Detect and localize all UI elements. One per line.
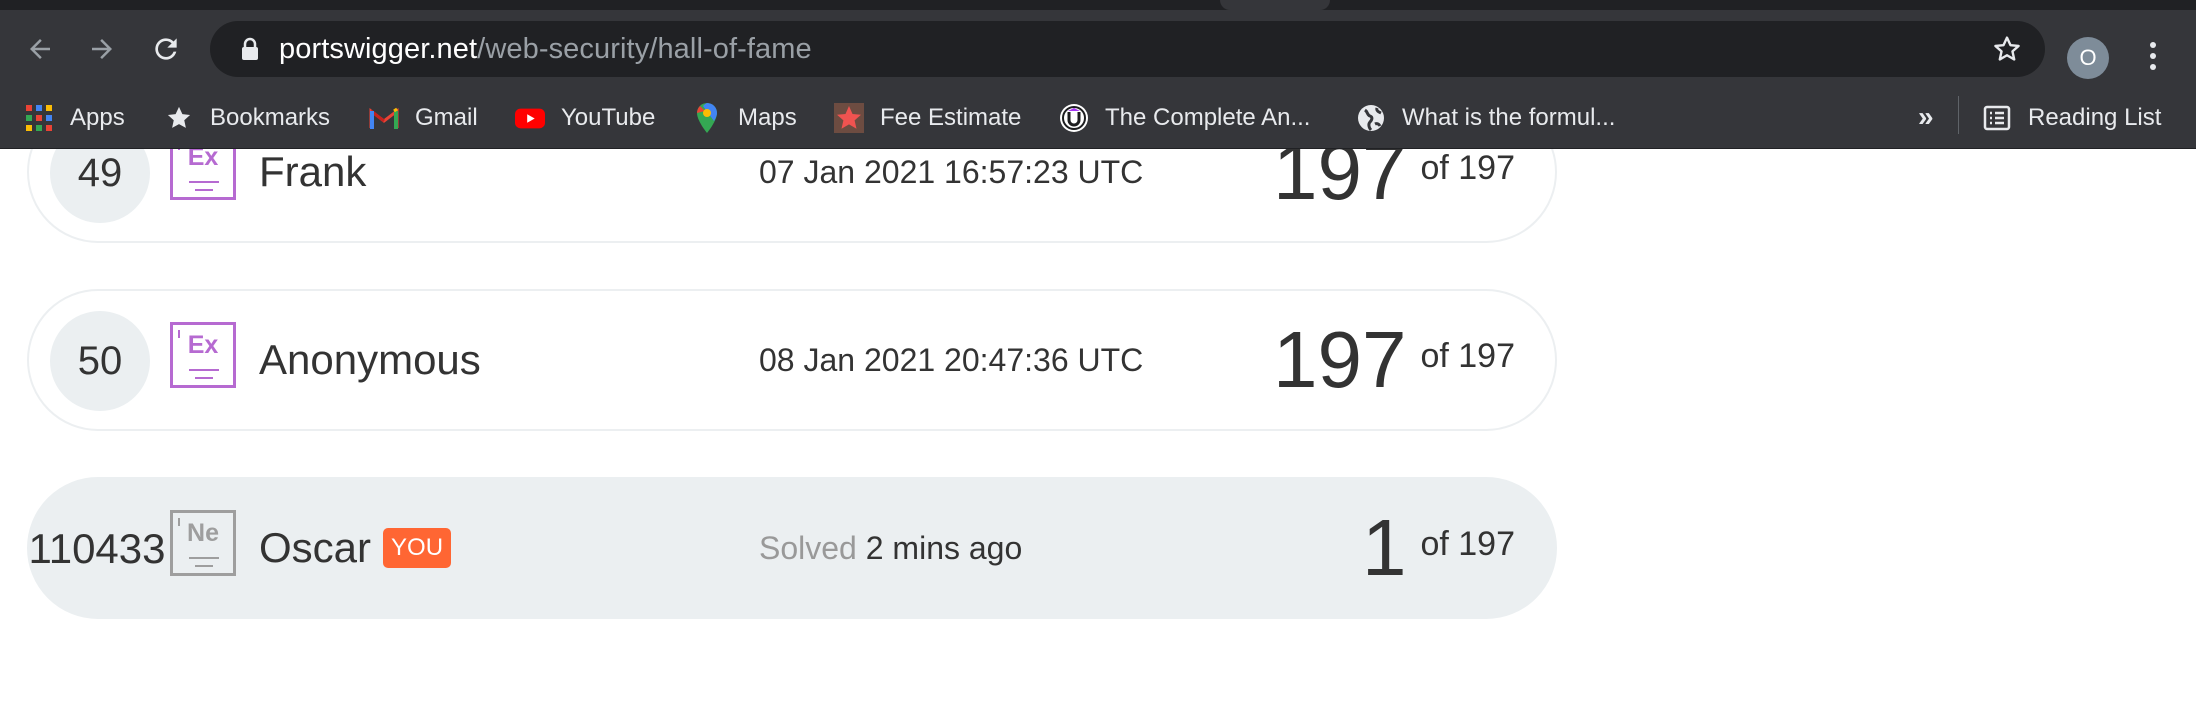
- bookmark-label: Maps: [738, 104, 797, 131]
- current-user-row: 110433 Ne Oscar YOU Solved 2 mins ago 1 o…: [27, 477, 1557, 619]
- user-name: Oscar YOU: [259, 479, 452, 617]
- gmail-icon: [369, 103, 399, 133]
- bookmark-complete-an[interactable]: The Complete An...: [1059, 88, 1310, 148]
- score-value: 197: [1272, 315, 1407, 404]
- score-value: 197: [1272, 149, 1407, 216]
- reading-list-icon: [1982, 103, 2012, 133]
- solved-prefix: Solved: [759, 530, 857, 566]
- arrow-left-icon: [30, 39, 50, 59]
- hall-of-fame-leaderboard: 49 Ex Frank 07 Jan 2021 16:57:23 UTC 197…: [0, 149, 2196, 721]
- leaderboard-row: 49 Ex Frank 07 Jan 2021 16:57:23 UTC 197…: [27, 149, 1557, 243]
- bookmark-label: Bookmarks: [210, 104, 331, 131]
- score-value: 1: [1361, 503, 1407, 592]
- bookmarks-bar: Apps Bookmarks Gmail YouTube Maps Fee Es…: [0, 88, 2196, 149]
- address-bar[interactable]: portswigger.net/web-security/hall-of-fam…: [210, 21, 2045, 77]
- completion-date: 07 Jan 2021 16:57:23 UTC: [759, 154, 1144, 190]
- bookmark-gmail[interactable]: Gmail: [369, 88, 478, 148]
- bookmark-label: Gmail: [415, 104, 478, 131]
- bookmark-label: Fee Estimate: [880, 104, 1022, 131]
- user-name-text: Oscar: [259, 524, 372, 571]
- user-name: Frank: [259, 149, 367, 195]
- solved-relative-time: 2 mins ago: [865, 530, 1023, 566]
- reading-list-label: Reading List: [2028, 104, 2162, 131]
- udemy-icon: [1059, 103, 1089, 133]
- you-badge: YOU: [383, 527, 452, 568]
- expert-level-icon: Ex: [170, 149, 236, 200]
- bookmark-maps[interactable]: Maps: [692, 88, 797, 148]
- reload-icon: [155, 38, 177, 60]
- user-name: Anonymous: [259, 336, 481, 383]
- maps-pin-icon: [692, 103, 722, 133]
- bookmarks-divider: [1958, 96, 1959, 134]
- url-path: /web-security/hall-of-fame: [477, 33, 812, 65]
- bookmark-what-is-formula[interactable]: What is the formul...: [1356, 88, 1615, 148]
- bookmark-label: Apps: [70, 104, 125, 131]
- rank-number: 110433: [28, 525, 166, 572]
- level-symbol: Ex: [187, 331, 219, 359]
- reload-button[interactable]: [146, 29, 186, 69]
- lock-icon: [242, 37, 258, 60]
- browser-menu-icon[interactable]: [2143, 37, 2163, 79]
- youtube-icon: [515, 103, 545, 133]
- score-total: of 197: [1420, 336, 1515, 375]
- level-symbol: Ex: [187, 149, 219, 171]
- bookmark-star-icon[interactable]: [1991, 33, 2023, 65]
- score: 197 of 197: [1273, 149, 1515, 241]
- active-tab-edge[interactable]: [1220, 0, 1330, 10]
- bookmark-apps[interactable]: Apps: [24, 88, 125, 148]
- level-symbol: Ne: [187, 519, 219, 547]
- profile-avatar[interactable]: O: [2067, 37, 2109, 79]
- score: 1 of 197: [1362, 479, 1515, 617]
- reading-list-button[interactable]: Reading List: [1982, 88, 2161, 148]
- expert-level-icon: Ex: [170, 322, 236, 388]
- url-host: portswigger.net: [279, 33, 478, 65]
- tab-strip: [0, 0, 2196, 10]
- novice-level-icon: Ne: [170, 510, 236, 576]
- score-total: of 197: [1420, 524, 1515, 563]
- globe-icon: [1356, 103, 1386, 133]
- bookmarks-overflow-chevron[interactable]: »: [1918, 88, 1934, 148]
- forward-button[interactable]: [82, 29, 122, 69]
- back-button[interactable]: [20, 29, 60, 69]
- bookmark-label: What is the formul...: [1402, 104, 1616, 131]
- solved-time: Solved 2 mins ago: [759, 479, 1022, 617]
- bookmark-label: YouTube: [561, 104, 656, 131]
- bookmark-fee-estimate[interactable]: Fee Estimate: [834, 88, 1021, 148]
- star-icon: [164, 103, 194, 133]
- browser-toolbar: portswigger.net/web-security/hall-of-fam…: [0, 10, 2196, 88]
- bookmark-label: The Complete An...: [1105, 104, 1311, 131]
- rank-badge: 49: [50, 149, 150, 223]
- bookmark-youtube[interactable]: YouTube: [515, 88, 655, 148]
- url-text[interactable]: portswigger.net/web-security/hall-of-fam…: [279, 21, 812, 77]
- leaderboard-row: 50 Ex Anonymous 08 Jan 2021 20:47:36 UTC…: [27, 289, 1557, 431]
- rank-badge: 50: [50, 311, 150, 411]
- score-total: of 197: [1420, 149, 1515, 187]
- completion-date: 08 Jan 2021 20:47:36 UTC: [759, 342, 1144, 378]
- score: 197 of 197: [1273, 291, 1515, 429]
- bookmark-bookmarks[interactable]: Bookmarks: [164, 88, 330, 148]
- arrow-right-icon: [92, 39, 112, 59]
- fee-estimate-icon: [834, 103, 864, 133]
- apps-grid-icon: [24, 103, 54, 133]
